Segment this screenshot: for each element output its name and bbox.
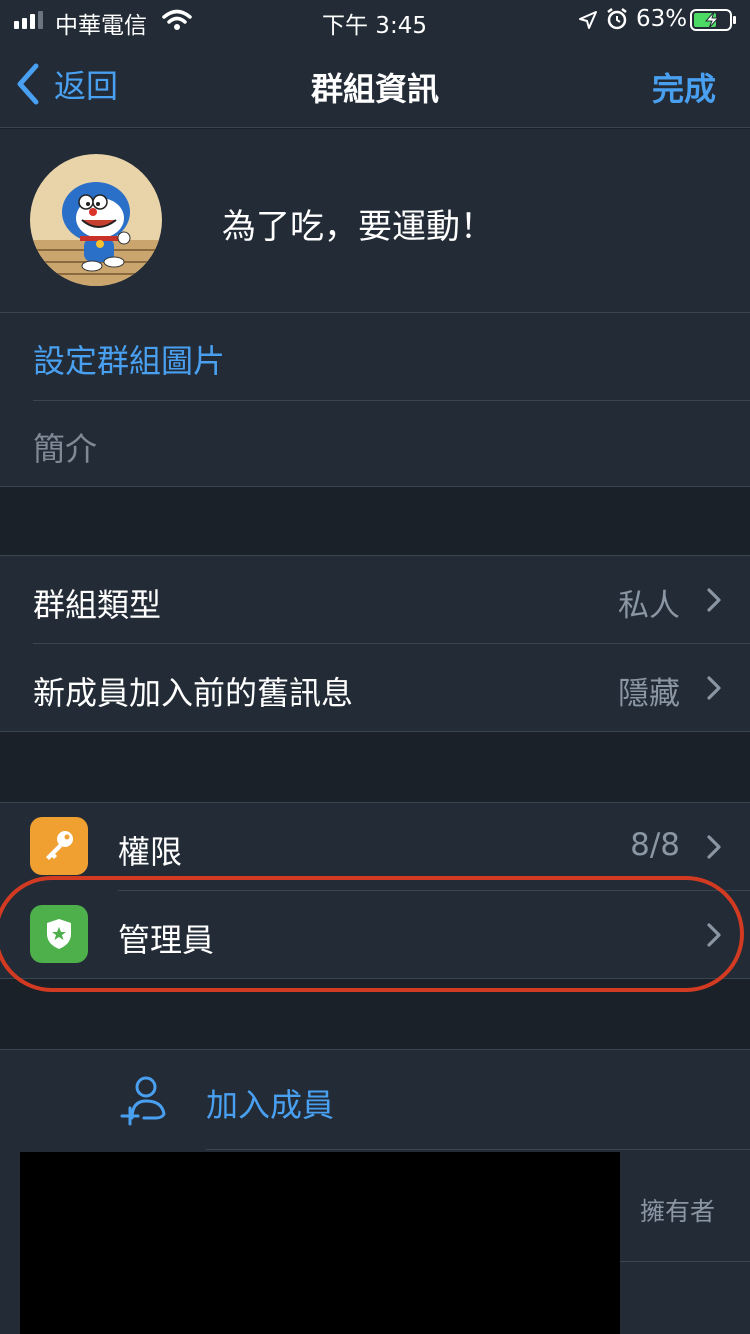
group-type-label: 群組類型 bbox=[33, 586, 162, 624]
set-group-photo-button[interactable]: 設定群組圖片 bbox=[33, 336, 225, 382]
group-avatar[interactable] bbox=[30, 154, 162, 286]
group-info-section: 為了吃，要運動！ 設定群組圖片 簡介 bbox=[0, 129, 750, 486]
battery-icon bbox=[690, 9, 736, 31]
description-field[interactable]: 簡介 bbox=[33, 424, 97, 470]
signal-icon bbox=[14, 11, 43, 29]
status-bar: 中華電信 下午 3:45 63% bbox=[0, 0, 750, 40]
done-button[interactable]: 完成 bbox=[652, 64, 716, 110]
add-person-icon bbox=[120, 1076, 166, 1126]
permissions-label: 權限 bbox=[118, 833, 183, 871]
section-border bbox=[0, 731, 750, 732]
clock: 下午 3:45 bbox=[322, 13, 427, 39]
carrier-label: 中華電信 bbox=[55, 13, 147, 39]
chevron-right-icon bbox=[707, 676, 721, 700]
battery-percentage: 63% bbox=[636, 6, 688, 32]
permissions-value: 8/8 bbox=[630, 827, 680, 863]
location-icon bbox=[579, 11, 597, 29]
chevron-right-icon bbox=[707, 835, 721, 859]
highlight-annotation bbox=[0, 876, 744, 992]
divider bbox=[0, 312, 750, 313]
history-visibility-value: 隱藏 bbox=[618, 676, 680, 712]
group-type-value: 私人 bbox=[618, 588, 680, 624]
divider bbox=[33, 400, 750, 401]
owner-badge: 擁有者 bbox=[640, 1197, 716, 1226]
group-name[interactable]: 為了吃，要運動！ bbox=[222, 199, 494, 248]
redacted-area bbox=[20, 1152, 620, 1334]
history-visibility-row[interactable]: 新成員加入前的舊訊息 隱藏 bbox=[0, 644, 750, 731]
section-border bbox=[0, 486, 750, 487]
divider bbox=[620, 1261, 750, 1262]
history-visibility-label: 新成員加入前的舊訊息 bbox=[33, 674, 354, 712]
add-member-button[interactable]: 加入成員 bbox=[0, 1050, 750, 1149]
group-settings-section: 群組類型 私人 新成員加入前的舊訊息 隱藏 bbox=[0, 556, 750, 731]
navigation-bar: 返回 群組資訊 完成 bbox=[0, 40, 750, 128]
group-type-row[interactable]: 群組類型 私人 bbox=[0, 556, 750, 643]
alarm-icon bbox=[607, 8, 627, 30]
page-title: 群組資訊 bbox=[310, 70, 439, 108]
wifi-icon bbox=[162, 9, 192, 30]
key-icon bbox=[30, 817, 88, 875]
add-member-label: 加入成員 bbox=[206, 1086, 335, 1124]
chevron-right-icon bbox=[707, 588, 721, 612]
